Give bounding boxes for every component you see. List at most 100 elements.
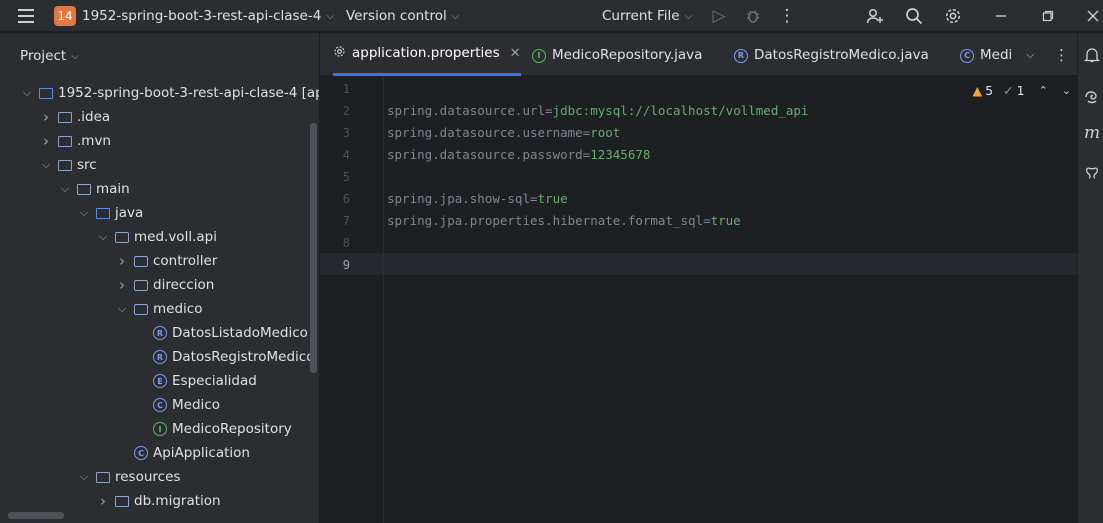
check-icon: ✓: [1003, 83, 1014, 98]
tree-item[interactable]: C Medico: [134, 393, 220, 417]
folder-icon: [57, 134, 73, 148]
chevron-down-icon[interactable]: ⌵: [20, 86, 34, 100]
chevron-right-icon[interactable]: ›: [115, 252, 129, 270]
ai-assistant-icon[interactable]: [1084, 89, 1100, 109]
main-menu-button[interactable]: [14, 0, 38, 32]
tree-item[interactable]: E Especialidad: [134, 369, 257, 393]
tree-item-label: MedicoRepository: [172, 421, 292, 437]
warning-icon: ▲: [972, 83, 983, 98]
tab-medico[interactable]: C Medi: [960, 33, 1012, 76]
database-icon[interactable]: [1084, 165, 1100, 185]
tree-item[interactable]: › .mvn: [39, 129, 111, 153]
vcs-label: Version control: [346, 8, 447, 24]
line-number: 7: [342, 214, 350, 228]
version-control-selector[interactable]: Version control ⌵: [346, 0, 459, 32]
line-number: 6: [342, 192, 350, 206]
search-icon[interactable]: [901, 0, 927, 32]
close-tab-icon[interactable]: ✕: [510, 46, 521, 61]
property-line[interactable]: spring.jpa.properties.hibernate.format_s…: [387, 213, 741, 228]
tree-item[interactable]: ⌵ java: [77, 201, 143, 225]
chevron-down-icon[interactable]: ⌵: [39, 158, 53, 172]
project-selector[interactable]: 1952-spring-boot-3-rest-api-clase-4 ⌵: [82, 0, 334, 32]
tree-item[interactable]: R DatosRegistroMedico: [134, 345, 314, 369]
class-icon: C: [152, 398, 168, 412]
equals-sign: =: [703, 213, 711, 228]
chevron-down-icon[interactable]: ⌵: [96, 230, 110, 244]
chevron-down-icon[interactable]: ⌵: [58, 182, 72, 196]
tab-datos-registro-medico[interactable]: R DatosRegistroMedico.java: [734, 33, 929, 76]
previous-highlight-icon[interactable]: ⌃: [1039, 84, 1048, 97]
debug-icon[interactable]: [740, 0, 766, 32]
tree-item-label: medico: [153, 301, 203, 317]
property-value: true: [710, 213, 741, 228]
close-window-icon[interactable]: [1080, 0, 1103, 32]
tab-label: MedicoRepository.java: [552, 46, 703, 63]
tree-item-label: java: [115, 205, 144, 221]
tree-item[interactable]: ⌵ 1952-spring-boot-3-rest-api-clase-4 [ap…: [20, 81, 320, 105]
tree-item-label: controller: [153, 253, 218, 269]
property-line[interactable]: spring.jpa.show-sql=true: [387, 191, 568, 206]
run-configuration-selector[interactable]: Current File ⌵: [602, 0, 692, 32]
tree-item[interactable]: › direccion: [115, 273, 214, 297]
chevron-down-icon: ⌵: [684, 10, 693, 22]
tree-item[interactable]: ⌵ resources: [77, 465, 181, 489]
property-line[interactable]: spring.datasource.url=jdbc:mysql://local…: [387, 103, 808, 118]
minimize-icon[interactable]: [988, 0, 1014, 32]
line-number: 5: [342, 170, 350, 184]
tree-item[interactable]: › .idea: [39, 105, 110, 129]
tree-item-label: .idea: [77, 109, 111, 125]
chevron-down-icon: ⌵: [1026, 47, 1035, 61]
project-tool-window: Project ⌵ ⌵ 1952-spring-boot-3-rest-api-c…: [0, 33, 320, 523]
tree-vertical-scrollbar[interactable]: [310, 123, 317, 373]
resources-folder-icon: [95, 470, 111, 484]
tree-item-label: Especialidad: [172, 373, 257, 389]
run-icon[interactable]: ▷: [706, 0, 732, 32]
property-key: spring.datasource.password: [387, 147, 583, 162]
chevron-right-icon[interactable]: ›: [115, 276, 129, 294]
tree-item-label: 1952-spring-boot-3-rest-api-clase-4 [api: [58, 85, 320, 101]
line-number: 4: [342, 148, 350, 162]
chevron-down-icon[interactable]: ⌵: [77, 206, 91, 220]
property-line[interactable]: spring.datasource.password=12345678: [387, 147, 650, 162]
chevron-right-icon[interactable]: ›: [39, 108, 53, 126]
tree-item[interactable]: ⌵ med.voll.api: [96, 225, 217, 249]
chevron-down-icon[interactable]: ⌵: [115, 302, 129, 316]
tabs-overflow-dropdown[interactable]: ⌵: [1026, 33, 1034, 76]
interface-icon: I: [152, 422, 168, 436]
tree-item[interactable]: ⌵ medico: [115, 297, 203, 321]
project-badge[interactable]: 14: [54, 0, 76, 32]
tab-medico-repository[interactable]: I MedicoRepository.java: [532, 33, 702, 76]
project-pane-title: Project: [20, 48, 67, 64]
tab-application-properties[interactable]: application.properties ✕: [333, 33, 521, 76]
property-key: spring.datasource.url: [387, 103, 546, 118]
property-value: true: [537, 191, 568, 206]
tree-item-label: direccion: [153, 277, 215, 293]
inspection-widget[interactable]: ▲ 5 ✓ 1 ⌃ ⌄: [973, 83, 1071, 98]
maven-icon[interactable]: m: [1084, 123, 1100, 143]
property-line[interactable]: spring.datasource.username=root: [387, 125, 620, 140]
chevron-down-icon[interactable]: ⌵: [77, 470, 91, 484]
record-icon: R: [152, 326, 168, 340]
code-editor[interactable]: 1 2 spring.datasource.url=jdbc:mysql://loc…: [320, 77, 1077, 523]
gear-icon[interactable]: [940, 0, 966, 32]
tree-item[interactable]: I MedicoRepository: [134, 417, 292, 441]
more-actions-icon[interactable]: ⋮: [774, 0, 800, 32]
restore-icon[interactable]: [1035, 0, 1061, 32]
tree-item[interactable]: C ApiApplication: [115, 441, 250, 465]
spring-app-icon: C: [133, 446, 149, 460]
notifications-icon[interactable]: [1083, 47, 1101, 67]
next-highlight-icon[interactable]: ⌄: [1062, 84, 1071, 97]
project-view-selector[interactable]: Project ⌵: [0, 33, 319, 79]
tree-item[interactable]: ⌵ main: [58, 177, 130, 201]
tree-horizontal-scrollbar[interactable]: [8, 512, 64, 519]
tree-item[interactable]: ⌵ src: [39, 153, 97, 177]
tree-item[interactable]: › db.migration: [96, 489, 221, 513]
tree-item[interactable]: › controller: [115, 249, 217, 273]
chevron-right-icon[interactable]: ›: [39, 132, 53, 150]
enum-icon: E: [152, 374, 168, 388]
add-user-icon[interactable]: [862, 0, 888, 32]
chevron-right-icon[interactable]: ›: [96, 492, 110, 510]
tree-item-label: resources: [115, 469, 181, 485]
tree-item[interactable]: R DatosListadoMedico: [134, 321, 308, 345]
tab-actions-menu[interactable]: ⋮: [1054, 33, 1069, 76]
